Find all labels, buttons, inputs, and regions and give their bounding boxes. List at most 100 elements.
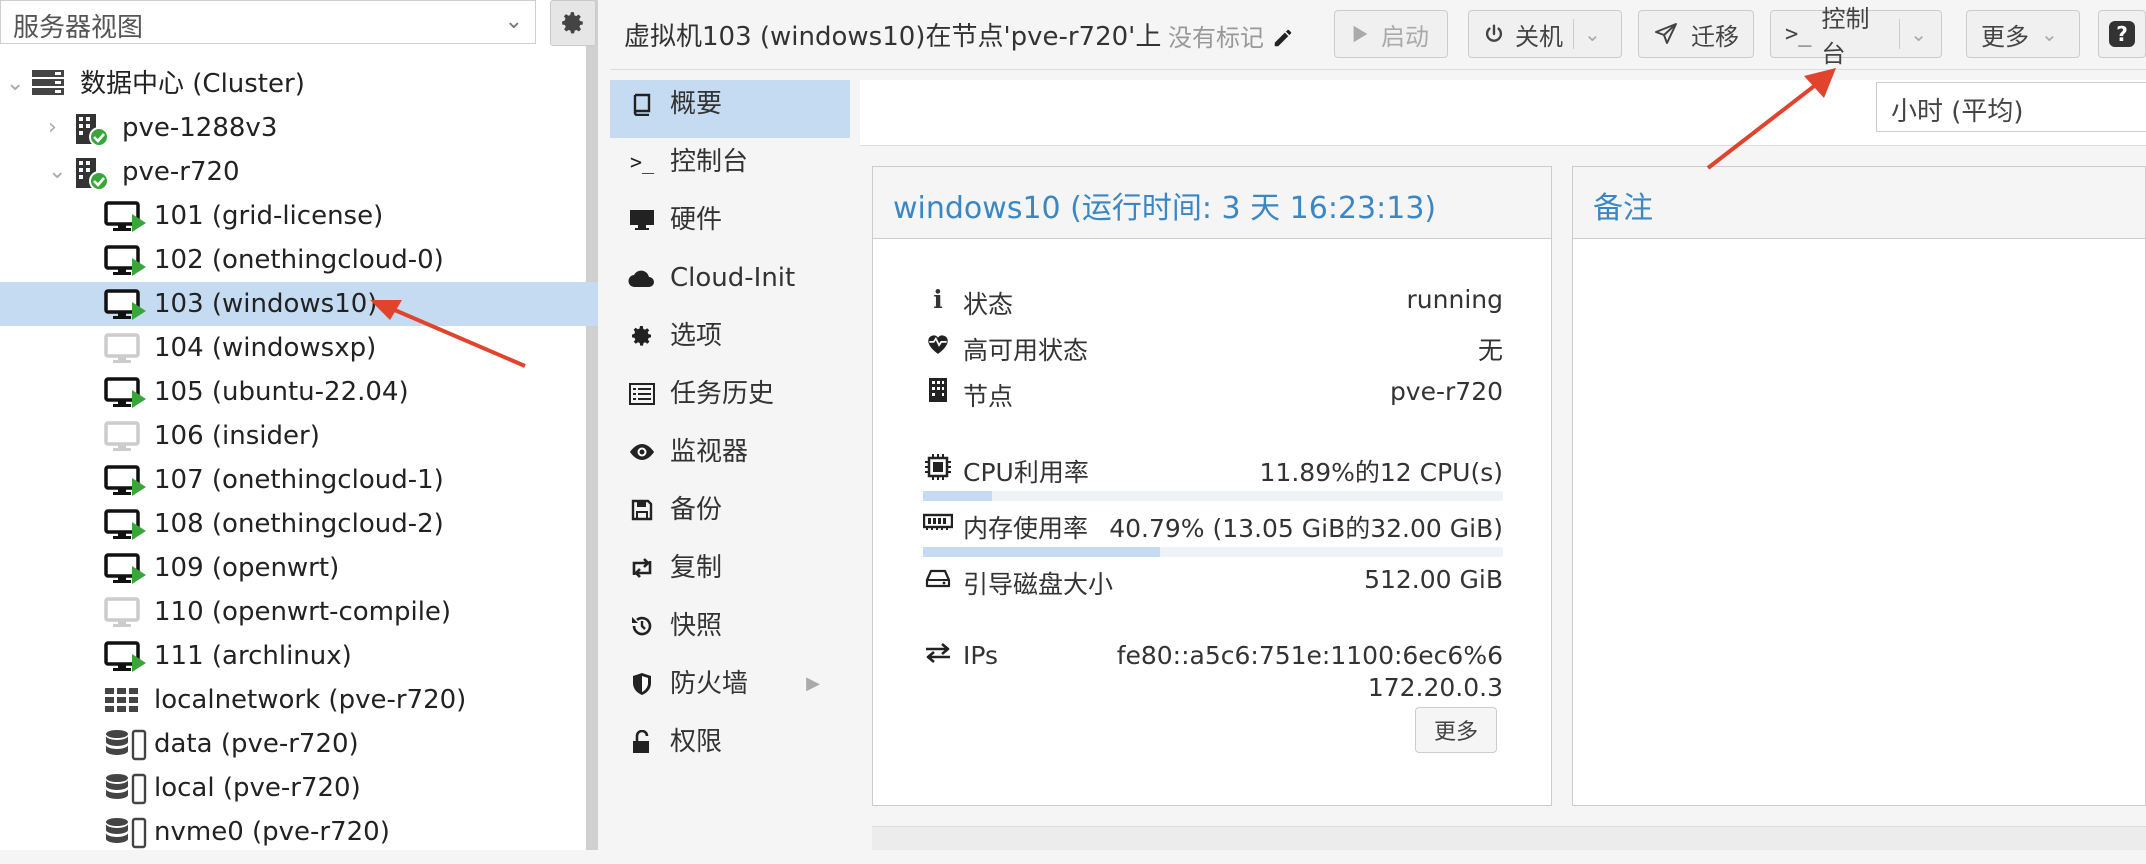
- tree-node-label: data (pve-r720): [154, 729, 359, 759]
- tree-settings-button[interactable]: [550, 0, 596, 46]
- ip-address-1: fe80::a5c6:751e:1100:6ec6%6: [1116, 641, 1503, 670]
- vm-toolbar: 虚拟机103 (windows10)在节点'pve-r720'上 没有标记 启动…: [610, 0, 2146, 70]
- vm-running-icon: [104, 288, 146, 322]
- nav-item[interactable]: 监视器: [610, 428, 850, 486]
- nav-item[interactable]: 备份: [610, 486, 850, 544]
- vm-status-title: windows10 (运行时间: 3 天 16:23:13): [873, 167, 1551, 239]
- nav-item[interactable]: 复制: [610, 544, 850, 602]
- vm-running-icon: [104, 244, 146, 278]
- ip-address-2: 172.20.0.3: [1367, 673, 1503, 702]
- vm-nav-menu: 概要 >_ 控制台硬件 Cloud-Init 选项任务历史 监视器备份复制快照防火墙 ▶ 权限: [610, 80, 850, 850]
- cpu-label: CPU利用率: [963, 458, 1089, 487]
- ips-more-button[interactable]: 更多: [1415, 707, 1497, 753]
- nav-item[interactable]: 任务历史: [610, 370, 850, 428]
- start-label: 启动: [1381, 22, 1429, 51]
- retweet-icon: [626, 552, 658, 584]
- chevron-down-icon: ⌄: [504, 9, 523, 34]
- memory-icon: [922, 509, 954, 538]
- tree-node[interactable]: 102 (onethingcloud-0): [0, 238, 598, 282]
- tree-node[interactable]: 108 (onethingcloud-2): [0, 502, 598, 546]
- help-button[interactable]: ?: [2098, 10, 2146, 58]
- tree-node[interactable]: nvme0 (pve-r720): [0, 810, 598, 854]
- nav-item[interactable]: 防火墙 ▶: [610, 660, 850, 718]
- tree-node[interactable]: 105 (ubuntu-22.04): [0, 370, 598, 414]
- tree-node[interactable]: data (pve-r720): [0, 722, 598, 766]
- nav-item-label: 硬件: [670, 205, 723, 235]
- tree-node[interactable]: 103 (windows10): [0, 282, 598, 326]
- memory-usage-fill: [923, 547, 1160, 557]
- tree-node[interactable]: 110 (openwrt-compile): [0, 590, 598, 634]
- tree-node-label: 数据中心 (Cluster): [80, 69, 305, 99]
- play-icon: [1353, 25, 1368, 43]
- network-icon: [104, 684, 144, 718]
- tags-label: 没有标记: [1168, 24, 1264, 52]
- chevron-down-icon[interactable]: ⌄: [6, 62, 24, 106]
- vm-running-icon: [104, 508, 146, 542]
- nav-item[interactable]: 快照: [610, 602, 850, 660]
- nav-item-label: 备份: [670, 495, 723, 525]
- disk-value: 512.00 GiB: [1364, 565, 1503, 594]
- tree-node[interactable]: ⌄ pve-r720: [0, 150, 598, 194]
- cpu-usage-bar: [923, 491, 1503, 501]
- resource-tree: ⌄ 数据中心 (Cluster) › pve-1288v3 ⌄ pve-r720 101 (…: [0, 62, 598, 854]
- eye-icon: [626, 436, 658, 468]
- start-button[interactable]: 启动: [1334, 10, 1448, 58]
- tags-editor[interactable]: 没有标记: [1168, 18, 1294, 53]
- more-label: 更多: [1981, 22, 2029, 51]
- terminal-icon: >_: [629, 150, 655, 174]
- shutdown-button[interactable]: 关机 ⌄: [1468, 10, 1622, 58]
- node-online-icon: [72, 112, 112, 147]
- tree-node[interactable]: 111 (archlinux): [0, 634, 598, 678]
- tree-node-label: nvme0 (pve-r720): [154, 817, 390, 847]
- tree-node-label: 102 (onethingcloud-0): [154, 245, 444, 275]
- tree-node[interactable]: localnetwork (pve-r720): [0, 678, 598, 722]
- paper-plane-icon: [1655, 23, 1677, 44]
- timeframe-value: 小时 (平均): [1891, 97, 2024, 127]
- exchange-icon: [923, 641, 953, 670]
- tree-node[interactable]: 101 (grid-license): [0, 194, 598, 238]
- node-label: 节点: [963, 382, 1014, 411]
- monitor-icon: [626, 204, 658, 236]
- vm-status-panel: windows10 (运行时间: 3 天 16:23:13) i 状态 runn…: [872, 166, 1552, 806]
- help-icon: ?: [2109, 21, 2135, 47]
- nav-item[interactable]: 选项: [610, 312, 850, 370]
- nav-item[interactable]: 概要: [610, 80, 850, 138]
- cpu-value: 11.89%的12 CPU(s): [1259, 458, 1503, 487]
- nav-item-label: Cloud-Init: [670, 263, 796, 293]
- nav-item-label: 选项: [670, 321, 723, 351]
- migrate-button[interactable]: 迁移: [1638, 10, 1754, 58]
- nav-item[interactable]: 权限: [610, 718, 850, 776]
- tree-node[interactable]: local (pve-r720): [0, 766, 598, 810]
- chevron-down-icon[interactable]: ⌄: [1584, 22, 1601, 46]
- tree-node[interactable]: 106 (insider): [0, 414, 598, 458]
- vm-stopped-icon: [104, 332, 144, 366]
- chevron-down-icon[interactable]: ⌄: [1910, 22, 1927, 46]
- more-actions-button[interactable]: 更多 ⌄: [1966, 10, 2080, 58]
- tree-node-label: 105 (ubuntu-22.04): [154, 377, 409, 407]
- tree-node-label: 109 (openwrt): [154, 553, 340, 583]
- nav-item[interactable]: >_ 控制台: [610, 138, 850, 196]
- chevron-down-icon[interactable]: ⌄: [48, 150, 66, 194]
- nav-item-label: 概要: [670, 89, 723, 119]
- ips-row: IPs fe80::a5c6:751e:1100:6ec6%6 172.20.0…: [923, 641, 1503, 711]
- vm-running-icon: [104, 552, 146, 586]
- timeframe-selector[interactable]: 小时 (平均): [1876, 82, 2146, 132]
- tree-node[interactable]: 109 (openwrt): [0, 546, 598, 590]
- nav-item-label: 快照: [670, 611, 723, 641]
- console-button[interactable]: >_ 控制台 ⌄: [1770, 5, 1942, 68]
- bottom-chart-area: [872, 826, 2146, 850]
- storage-icon: [104, 772, 147, 806]
- view-selector[interactable]: 服务器视图 ⌄: [0, 0, 536, 44]
- memory-value: 40.79% (13.05 GiB的32.00 GiB): [1109, 514, 1503, 543]
- chevron-right-icon[interactable]: ›: [48, 106, 57, 150]
- tree-node[interactable]: 104 (windowsxp): [0, 326, 598, 370]
- info-icon: i: [933, 285, 943, 314]
- notes-body[interactable]: [1573, 239, 2145, 805]
- shield-icon: [626, 668, 658, 700]
- tree-node[interactable]: 107 (onethingcloud-1): [0, 458, 598, 502]
- vm-stopped-icon: [104, 420, 144, 454]
- nav-item[interactable]: Cloud-Init: [610, 254, 850, 312]
- nav-item[interactable]: 硬件: [610, 196, 850, 254]
- tree-node[interactable]: › pve-1288v3: [0, 106, 598, 150]
- tree-node[interactable]: ⌄ 数据中心 (Cluster): [0, 62, 598, 106]
